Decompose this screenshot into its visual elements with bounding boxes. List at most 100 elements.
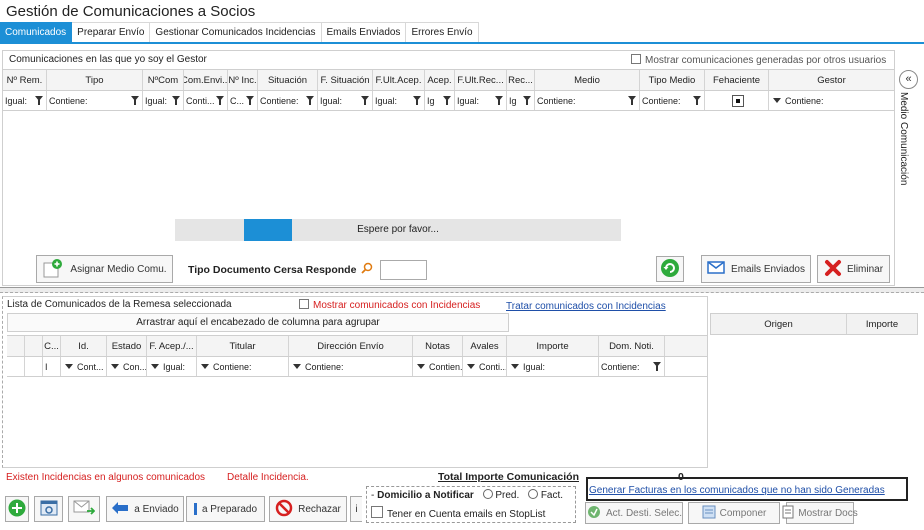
tab-errores-envio[interactable]: Errores Envío xyxy=(406,22,479,42)
view-window-button[interactable] xyxy=(34,496,63,522)
col-header[interactable]: Medio xyxy=(535,70,640,90)
filter-cell[interactable]: Ig xyxy=(425,91,455,110)
filter-cell[interactable]: Conti... xyxy=(463,357,507,376)
filter-cell[interactable]: Contien... xyxy=(413,357,463,376)
col-header[interactable]: Titular xyxy=(197,336,289,356)
splitter[interactable] xyxy=(0,287,924,293)
radio-pred-label: Pred. xyxy=(495,490,520,501)
filter-cell[interactable]: Igual: xyxy=(455,91,507,110)
a-preparado-button[interactable]: a Preparado xyxy=(186,496,265,522)
act-desti-button[interactable]: Act. Desti. Selec. xyxy=(585,502,683,524)
grid-header: Nº Rem. Tipo NºCom Com.Envi... Nº Inc. S… xyxy=(3,69,894,91)
col-header[interactable]: Com.Envi... xyxy=(184,70,228,90)
filter-cell[interactable]: Contiene: xyxy=(599,357,665,376)
col-header[interactable]: Nº Rem. xyxy=(3,70,47,90)
collapse-button[interactable]: « xyxy=(899,70,918,89)
filter-cell[interactable]: Contiene: xyxy=(197,357,289,376)
col-header[interactable] xyxy=(7,336,25,356)
col-header[interactable]: Situación xyxy=(258,70,318,90)
filter-cell[interactable]: Igual: xyxy=(143,91,184,110)
filter-cell[interactable]: Contiene: xyxy=(640,91,705,110)
filter-cell[interactable]: C... xyxy=(228,91,258,110)
generar-facturas-link[interactable]: Generar Facturas en los comunicados que … xyxy=(589,485,885,496)
filter-cell[interactable]: Igual: xyxy=(507,357,599,376)
col-header[interactable]: F.Ult.Rec... xyxy=(455,70,507,90)
filter-cell[interactable]: Igual: xyxy=(147,357,197,376)
document-icon xyxy=(782,505,794,522)
tab-gestionar-incidencias[interactable]: Gestionar Comunicados Incidencias xyxy=(150,22,322,42)
emails-enviados-button[interactable]: Emails Enviados xyxy=(701,255,811,283)
tab-preparar-envio[interactable]: Preparar Envío xyxy=(72,22,151,42)
filter-cell[interactable]: Contiene: xyxy=(47,91,143,110)
filter-cell[interactable]: Igual: xyxy=(3,91,47,110)
col-header[interactable]: Id. xyxy=(61,336,107,356)
col-header[interactable]: F.Ult.Acep. xyxy=(373,70,425,90)
refresh-button[interactable] xyxy=(656,256,684,282)
detail-incidence-link[interactable]: Detalle Incidencia. xyxy=(227,472,309,483)
checkbox-filter[interactable] xyxy=(731,94,744,107)
checkbox-box[interactable] xyxy=(631,54,641,64)
col-header[interactable]: Origen xyxy=(711,314,847,334)
col-header[interactable]: Importe xyxy=(507,336,599,356)
filter-cell[interactable]: Igual: xyxy=(318,91,373,110)
radio-pred[interactable] xyxy=(482,489,493,499)
filter-cell[interactable]: Con... xyxy=(107,357,147,376)
tab-emails-enviados[interactable]: Emails Enviados xyxy=(321,22,407,42)
col-header[interactable]: Acep. xyxy=(425,70,455,90)
col-header[interactable]: Gestor xyxy=(769,70,894,90)
filter-cell[interactable]: Contiene: xyxy=(289,357,413,376)
col-header[interactable]: Avales xyxy=(463,336,507,356)
col-header[interactable]: Importe xyxy=(847,314,917,334)
filter-cell[interactable]: Conti... xyxy=(184,91,228,110)
radio-fact[interactable] xyxy=(528,489,539,499)
treat-incidences-link[interactable]: Tratar comunicados con Incidencias xyxy=(506,301,666,312)
col-header[interactable]: Tipo xyxy=(47,70,143,90)
col-header[interactable]: C... xyxy=(43,336,61,356)
filter-cell[interactable] xyxy=(25,357,43,376)
col-header[interactable]: Fehaciente xyxy=(705,70,769,90)
col-header[interactable] xyxy=(25,336,43,356)
a-enviado-button[interactable]: a Enviado xyxy=(106,496,184,522)
filter-cell[interactable]: Ig xyxy=(507,91,535,110)
componer-button[interactable]: Componer xyxy=(688,502,780,524)
filter-cell[interactable]: Contiene: xyxy=(769,91,894,110)
filter-icon xyxy=(246,96,254,105)
filter-cell[interactable]: Igual: xyxy=(373,91,425,110)
filter-cell[interactable]: I xyxy=(43,357,61,376)
search-icon[interactable] xyxy=(360,262,374,279)
col-header[interactable]: Nº Inc. xyxy=(228,70,258,90)
col-header[interactable]: Tipo Medio xyxy=(640,70,705,90)
tipo-doc-input[interactable] xyxy=(380,260,427,280)
col-header[interactable]: F. Acep./... xyxy=(147,336,197,356)
eliminar-button[interactable]: Eliminar xyxy=(817,255,890,283)
page-title: Gestión de Comunicaciones a Socios xyxy=(6,3,256,20)
col-header[interactable]: Estado xyxy=(107,336,147,356)
add-button[interactable] xyxy=(5,496,29,522)
checkbox-box[interactable] xyxy=(371,506,383,518)
show-others-label: Mostrar comunicaciones generadas por otr… xyxy=(645,55,887,66)
show-others-checkbox[interactable]: Mostrar comunicaciones generadas por otr… xyxy=(631,54,886,66)
mostrar-docs-button[interactable]: Mostrar Docs xyxy=(782,502,858,524)
col-header[interactable]: Notas xyxy=(413,336,463,356)
checkbox-box[interactable] xyxy=(299,299,309,309)
stoplist-checkbox[interactable]: Tener en Cuenta emails en StopList xyxy=(371,506,545,520)
filter-cell[interactable]: Cont... xyxy=(61,357,107,376)
filter-cell[interactable]: Contiene: xyxy=(535,91,640,110)
col-header[interactable]: Dom. Noti. xyxy=(599,336,665,356)
assign-medio-button[interactable]: Asignar Medio Comu. xyxy=(36,255,173,283)
col-header[interactable]: Rec... xyxy=(507,70,535,90)
tab-comunicados[interactable]: Comunicados xyxy=(0,22,73,42)
send-mail-button[interactable] xyxy=(68,496,100,522)
col-header[interactable]: NºCom xyxy=(143,70,184,90)
show-incidences-checkbox[interactable]: Mostrar comunicados con Incidencias xyxy=(299,299,480,311)
rechazar-button[interactable]: Rechazar xyxy=(269,496,347,522)
col-header[interactable]: Dirección Envío xyxy=(289,336,413,356)
filter-cell[interactable] xyxy=(7,357,25,376)
filter-cell[interactable] xyxy=(705,91,769,110)
window-icon xyxy=(40,499,58,520)
filter-cell[interactable]: Contiene: xyxy=(258,91,318,110)
info-button[interactable]: i xyxy=(350,496,362,522)
group-by-bar[interactable]: Arrastrar aquí el encabezado de columna … xyxy=(7,313,509,332)
col-header[interactable]: F. Situación xyxy=(318,70,373,90)
total-label: Total Importe Comunicación xyxy=(438,471,579,483)
